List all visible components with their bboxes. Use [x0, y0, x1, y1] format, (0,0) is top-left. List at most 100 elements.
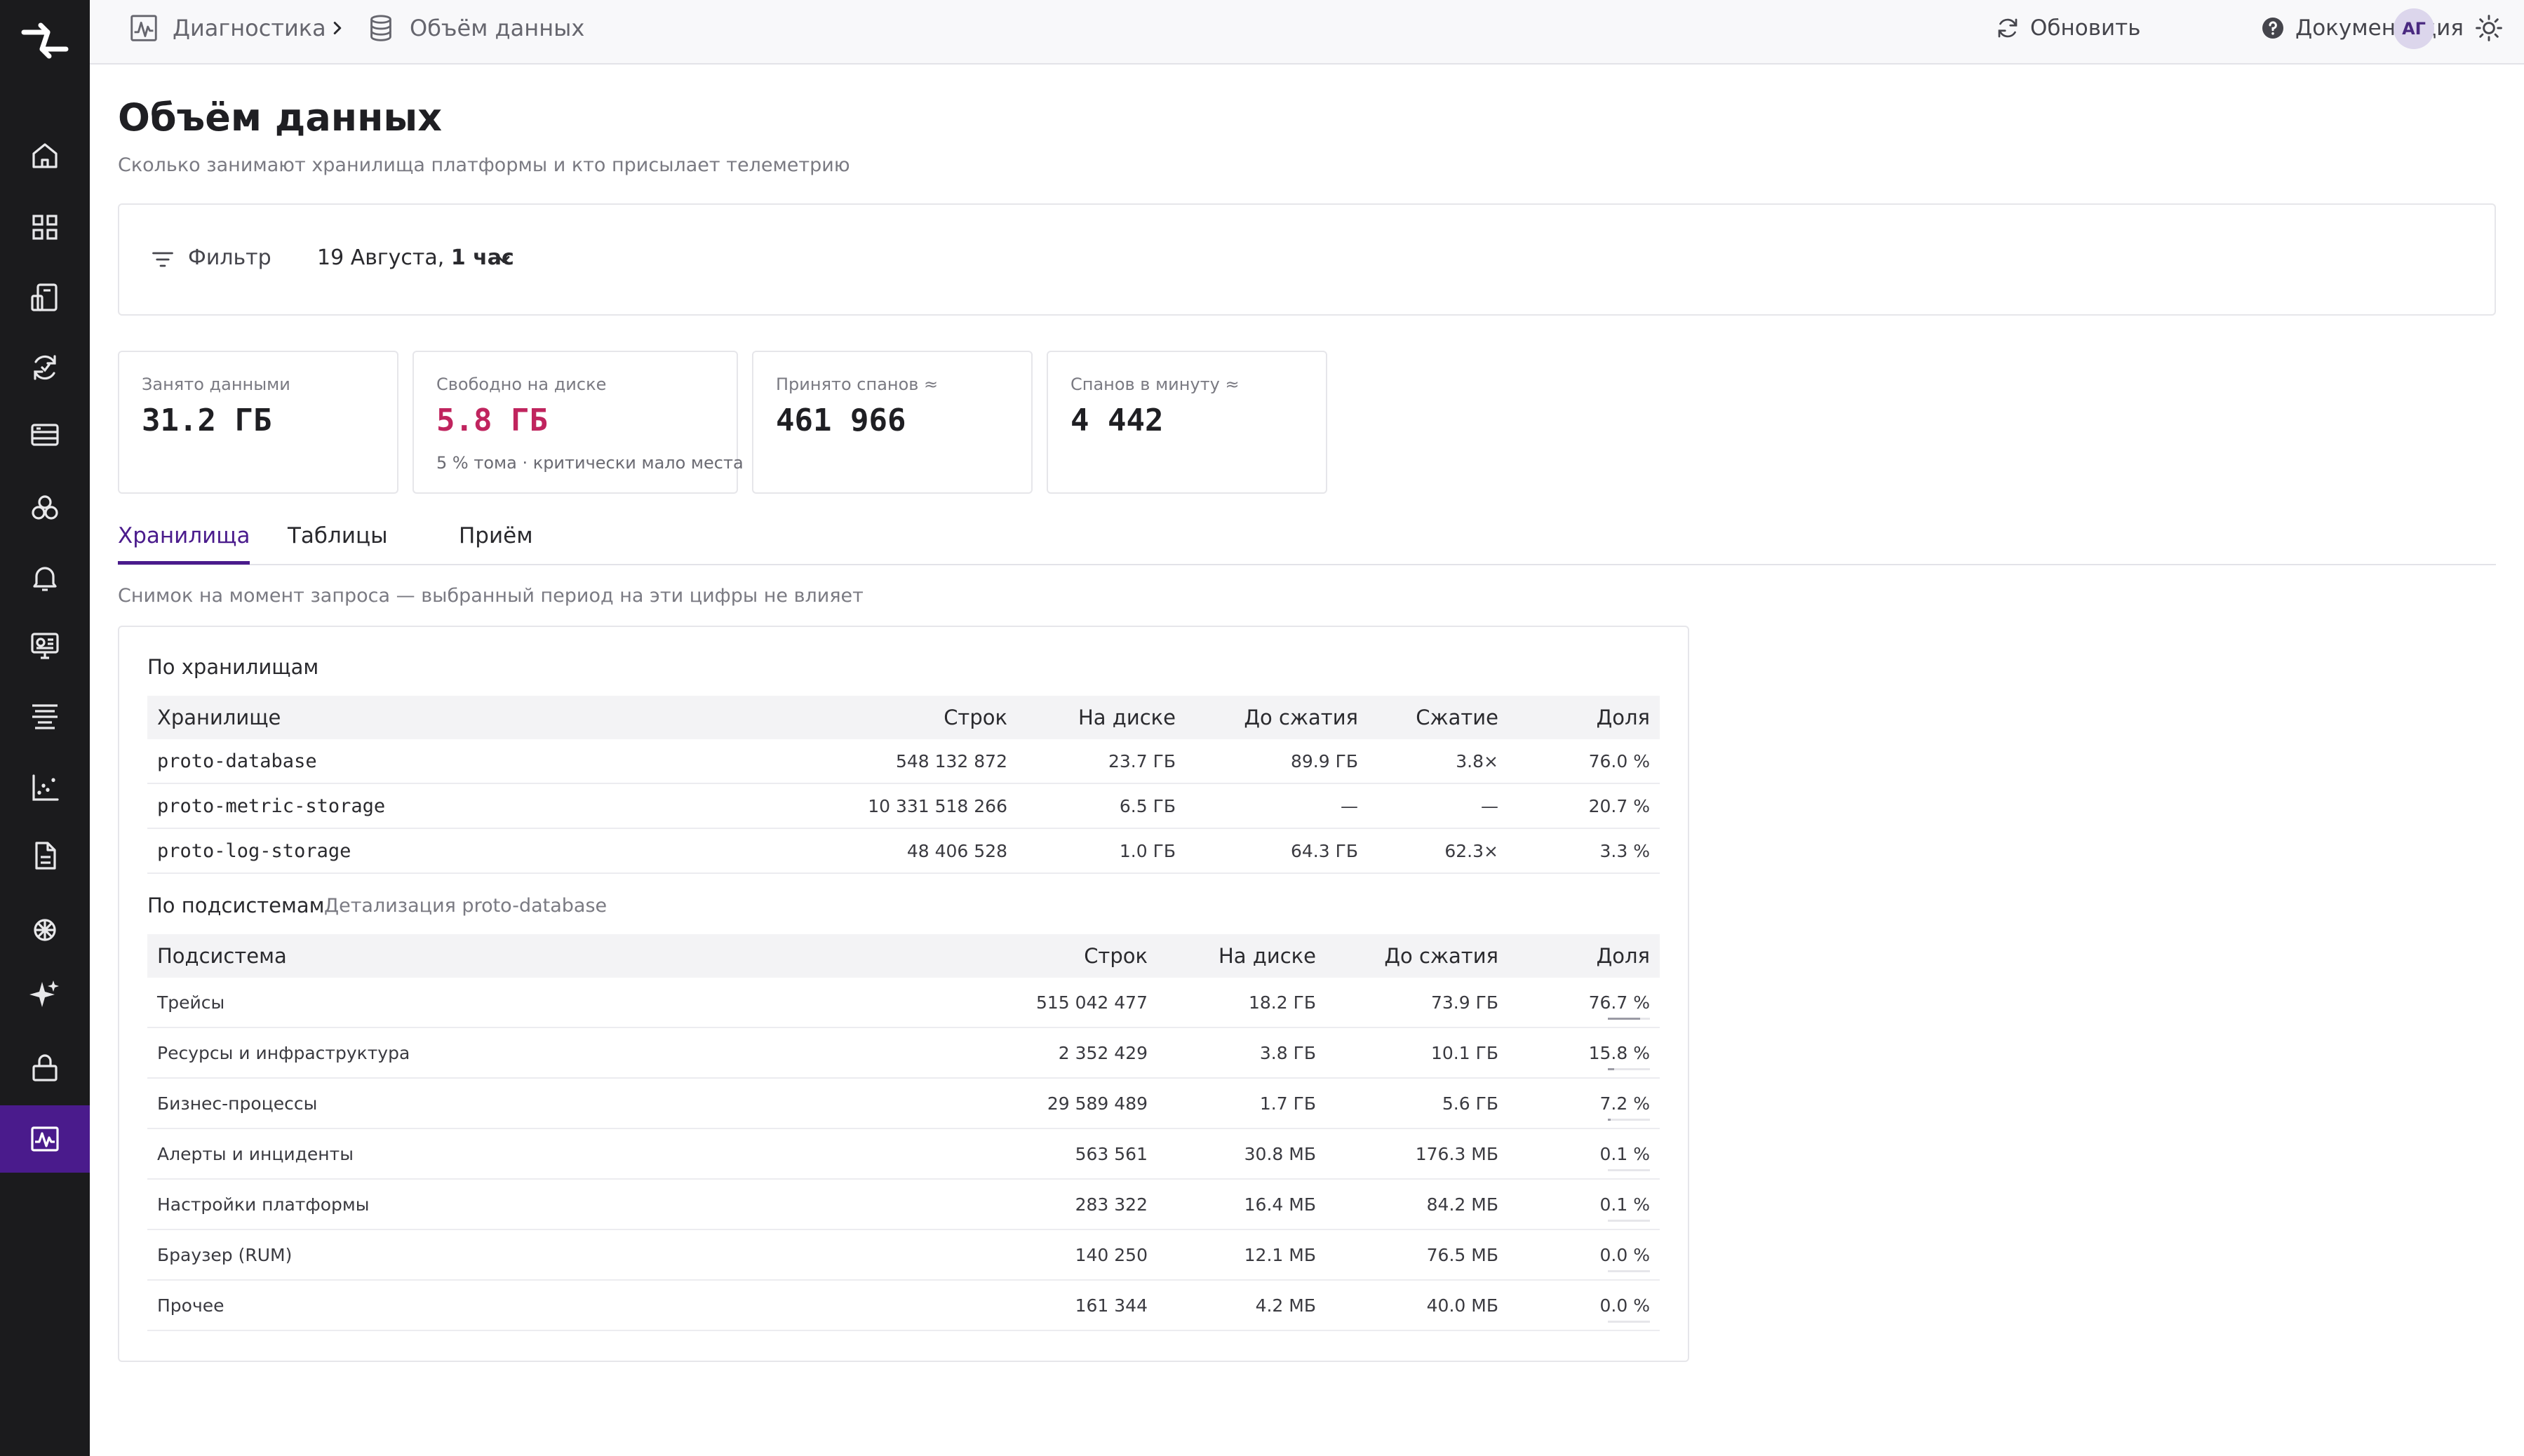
table-cell: 2 352 429 [989, 1027, 1157, 1079]
table-row[interactable]: Настройки платформы 283 322 16.4 МБ 84.2 МБ… [147, 1179, 1660, 1230]
kpi-free: Свободно на диске 5.8 ГБ 5 % тома · крит… [412, 351, 744, 494]
theme-toggle-icon[interactable] [2473, 13, 2504, 43]
table-row[interactable]: proto-log-storage 48 406 528 1.0 ГБ 64.3 ГБ… [147, 828, 1660, 874]
table-cell: 73.9 ГБ [1326, 978, 1508, 1028]
table-row[interactable]: Трейсы 515 042 477 18.2 ГБ 73.9 ГБ 76.7 % [147, 978, 1660, 1028]
page-title: Объём данных [118, 95, 443, 140]
table-cell: 5.6 ГБ [1326, 1078, 1508, 1129]
table-cell: 6.5 ГБ [1017, 783, 1186, 829]
logo-icon[interactable] [20, 20, 70, 63]
nav-diagnostics[interactable] [0, 1105, 90, 1173]
table-cell: — [1186, 783, 1368, 829]
table-row[interactable]: proto-database 548 132 872 23.7 ГБ 89.9 ГБ 3… [147, 739, 1660, 784]
table-cell: 89.9 ГБ [1186, 739, 1368, 784]
nav-monitoring[interactable] [0, 612, 90, 679]
kpi-spans: Принято спанов ≈ 461 966 [752, 351, 1033, 494]
table-cell: 161 344 [989, 1280, 1157, 1331]
share-value: 7.2 % [1599, 1093, 1650, 1114]
table-cell: 1.7 ГБ [1157, 1078, 1326, 1129]
nav-assistant[interactable] [0, 961, 90, 1028]
nav-alerts[interactable] [0, 544, 90, 612]
nav-services[interactable] [0, 474, 90, 541]
table-cell: 84.2 МБ [1326, 1179, 1508, 1230]
chevron-down-icon[interactable] [494, 250, 513, 269]
nav-logs[interactable] [0, 822, 90, 889]
layers-icon [32, 704, 58, 729]
nav-dashboards[interactable] [0, 194, 90, 261]
tab-storages[interactable]: Хранилища [118, 523, 250, 565]
home-icon [32, 143, 58, 168]
docs-label: Документация [2295, 15, 2464, 41]
avatar[interactable]: АГ [2394, 8, 2434, 49]
date-range-picker[interactable]: 19 Августа, 1 час [317, 245, 514, 270]
nav-home[interactable] [0, 122, 90, 189]
topbar: Диагностика Объём данных Обновить Докуме… [90, 0, 2524, 65]
table-row[interactable]: proto-metric-storage 10 331 518 266 6.5 ГБ… [147, 783, 1660, 829]
table-cell: 62.3× [1368, 828, 1508, 874]
table-cell: — [1368, 783, 1508, 829]
nav-ai[interactable] [0, 896, 90, 964]
table-row[interactable]: Алерты и инциденты 563 561 30.8 МБ 176.3 МБ… [147, 1128, 1660, 1180]
nav-sync[interactable] [0, 334, 90, 401]
column-header[interactable]: Строк [989, 934, 1157, 978]
grid-icon [32, 215, 58, 240]
table-cell: 76.0 % [1508, 739, 1660, 784]
table-row[interactable]: Браузер (RUM) 140 250 12.1 МБ 76.5 МБ 0.0 % [147, 1229, 1660, 1281]
table-row[interactable]: Прочее 161 344 4.2 МБ 40.0 МБ 0.0 % [147, 1280, 1660, 1331]
nav-servers[interactable] [0, 401, 90, 469]
table-row[interactable]: Бизнес-процессы 29 589 489 1.7 ГБ 5.6 ГБ 7.2… [147, 1078, 1660, 1129]
column-header[interactable]: Сжатие [1368, 696, 1508, 739]
nav-metrics[interactable] [0, 755, 90, 822]
filter-button[interactable]: Фильтр [188, 245, 271, 270]
table-header: Подсистема Строк На диске До сжатия Доля [147, 934, 1660, 978]
kpi-label: Свободно на диске [436, 375, 607, 394]
subsystem-table: Подсистема Строк На диске До сжатия Доля… [147, 934, 1660, 1331]
share-cell: 0.1 % [1508, 1128, 1660, 1180]
column-header[interactable]: На диске [1157, 934, 1326, 978]
share-bar [1608, 1220, 1650, 1222]
breadcrumb-parent[interactable]: Диагностика [128, 0, 326, 56]
monitor-icon [31, 633, 59, 659]
sync-icon [34, 355, 56, 380]
column-header[interactable]: Строк [849, 696, 1017, 739]
hexagons-icon [32, 495, 58, 520]
refresh-button[interactable]: Обновить [1995, 0, 2141, 56]
server-icon [31, 424, 59, 446]
kpi-label: Спанов в минуту ≈ [1070, 375, 1240, 394]
nav-security[interactable] [0, 1034, 90, 1101]
column-header[interactable]: До сжатия [1186, 696, 1368, 739]
share-bar [1608, 1169, 1650, 1171]
kpi-value: 461 966 [776, 403, 906, 438]
filter-icon[interactable] [150, 248, 175, 271]
kpi-note: 5 % тома · критически мало места [436, 453, 744, 473]
snapshot-note: Снимок на момент запроса — выбранный пер… [118, 585, 864, 607]
table-cell: 4.2 МБ [1157, 1280, 1326, 1331]
tab-ingest[interactable]: Приём [459, 523, 533, 561]
column-header[interactable]: Подсистема [147, 934, 989, 978]
tab-tables[interactable]: Таблицы [288, 523, 388, 561]
table-cell: 20.7 % [1508, 783, 1660, 829]
kpi-value: 31.2 ГБ [142, 403, 272, 438]
column-header[interactable]: Доля [1508, 934, 1660, 978]
column-header[interactable]: Доля [1508, 696, 1660, 739]
table-row[interactable]: Ресурсы и инфраструктура 2 352 429 3.8 ГБ 1… [147, 1027, 1660, 1079]
sidebar [0, 0, 90, 1456]
column-header[interactable]: Хранилище [147, 696, 849, 739]
column-header[interactable]: На диске [1017, 696, 1186, 739]
share-cell: 0.1 % [1508, 1179, 1660, 1230]
nav-devices[interactable] [0, 264, 90, 331]
document-icon [35, 842, 56, 870]
table-cell: 48 406 528 [849, 828, 1017, 874]
share-value: 0.1 % [1599, 1194, 1650, 1215]
kpi-spans-per-minute: Спанов в минуту ≈ 4 442 [1047, 351, 1327, 494]
share-value: 0.0 % [1599, 1244, 1650, 1265]
table-cell: 64.3 ГБ [1186, 828, 1368, 874]
page-subtitle: Сколько занимают хранилища платформы и к… [118, 154, 850, 176]
table-cell: 10.1 ГБ [1326, 1027, 1508, 1079]
nav-layers[interactable] [0, 682, 90, 749]
column-header[interactable]: До сжатия [1326, 934, 1508, 978]
table-cell: 12.1 МБ [1157, 1229, 1326, 1281]
share-cell: 15.8 % [1508, 1027, 1660, 1079]
share-value: 0.0 % [1599, 1295, 1650, 1316]
kpi-used: Занято данными 31.2 ГБ [118, 351, 398, 494]
